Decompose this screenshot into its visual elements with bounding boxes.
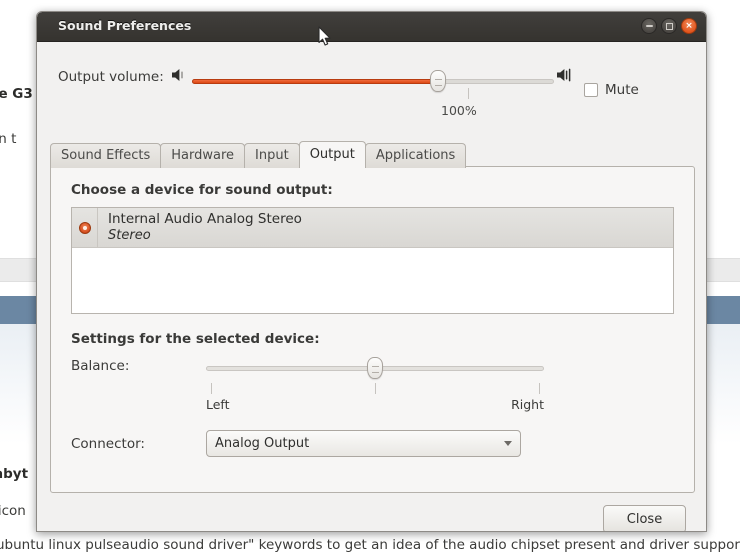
output-volume-row: Output volume: Mute [37, 62, 706, 98]
maximize-icon [665, 22, 673, 30]
minimize-button[interactable] [641, 18, 657, 34]
background-text-fragment: on t [0, 131, 17, 147]
balance-slider-handle[interactable] [367, 357, 383, 379]
tab-label: Input [255, 148, 289, 163]
background-text-fragment: te G3 [0, 86, 33, 102]
balance-left-label: Left [206, 397, 230, 412]
device-profile: Stereo [108, 227, 151, 243]
device-name: Internal Audio Analog Stereo [108, 210, 302, 227]
device-text: Internal Audio Analog Stereo Stereo [98, 211, 302, 244]
output-tab-panel: Choose a device for sound output: Intern… [50, 166, 695, 493]
balance-tick-left [211, 383, 212, 394]
speaker-high-icon [555, 66, 579, 88]
close-button[interactable]: Close [603, 505, 686, 531]
close-icon: × [685, 20, 693, 31]
output-volume-label: Output volume: [58, 69, 164, 85]
window-title: Sound Preferences [58, 18, 192, 33]
tab-input[interactable]: Input [244, 143, 300, 168]
radio-selected-icon[interactable] [78, 221, 91, 234]
connector-value: Analog Output [215, 436, 310, 451]
table-row[interactable]: Internal Audio Analog Stereo Stereo [72, 208, 673, 248]
tab-applications[interactable]: Applications [364, 143, 467, 168]
title-bar[interactable]: Sound Preferences × [37, 12, 706, 42]
sound-preferences-window: Sound Preferences × Output volume: Mute … [36, 11, 707, 532]
balance-right-label: Right [511, 397, 544, 412]
background-text-fragment: abyt [0, 466, 29, 482]
background-text-fragment: r icon [0, 503, 26, 519]
tab-label: Output [309, 147, 355, 162]
mute-control[interactable]: Mute [584, 82, 639, 98]
close-window-button[interactable]: × [681, 18, 697, 34]
settings-heading: Settings for the selected device: [71, 331, 320, 347]
balance-label: Balance: [71, 358, 130, 374]
volume-tick-mark [468, 88, 469, 99]
background-bottom-text-line: ubuntu linux pulseaudio sound driver" ke… [0, 537, 740, 553]
tab-hardware[interactable]: Hardware [160, 143, 246, 168]
tab-output[interactable]: Output [298, 141, 366, 168]
choose-device-heading: Choose a device for sound output: [71, 182, 333, 198]
tab-label: Sound Effects [61, 148, 151, 163]
tab-label: Applications [375, 148, 456, 163]
balance-slider[interactable] [206, 357, 544, 379]
balance-tick-center [375, 383, 376, 394]
background-bottom-text: ubuntu linux pulseaudio sound driver" ke… [0, 534, 740, 560]
screen: te G3 on t abyt r icon ubuntu linux puls… [0, 0, 740, 560]
balance-end-labels: Left Right [206, 397, 544, 412]
device-radio-cell[interactable] [72, 208, 98, 247]
tab-label: Hardware [171, 148, 235, 163]
connector-label: Connector: [71, 436, 145, 452]
connector-dropdown[interactable]: Analog Output [206, 430, 521, 457]
output-volume-slider[interactable] [192, 70, 554, 92]
mute-checkbox[interactable] [584, 83, 598, 97]
volume-slider-handle[interactable] [430, 70, 446, 92]
output-device-list[interactable]: Internal Audio Analog Stereo Stereo [71, 207, 674, 314]
volume-value-label: 100% [441, 103, 477, 118]
preferences-tabs: Sound Effects Hardware Input Output Appl… [50, 141, 467, 168]
tab-sound-effects[interactable]: Sound Effects [50, 143, 162, 168]
dialog-body: Output volume: Mute 100% Sound Effects H… [37, 42, 706, 531]
balance-tick-right [539, 383, 540, 394]
speaker-low-icon [170, 66, 192, 88]
chevron-down-icon [504, 441, 512, 446]
maximize-button[interactable] [661, 18, 677, 34]
balance-tick-marks [206, 383, 544, 395]
mute-label: Mute [605, 82, 639, 98]
minimize-icon [645, 25, 653, 27]
volume-slider-fill [192, 79, 437, 84]
close-button-label: Close [626, 511, 663, 527]
window-controls: × [641, 18, 697, 34]
